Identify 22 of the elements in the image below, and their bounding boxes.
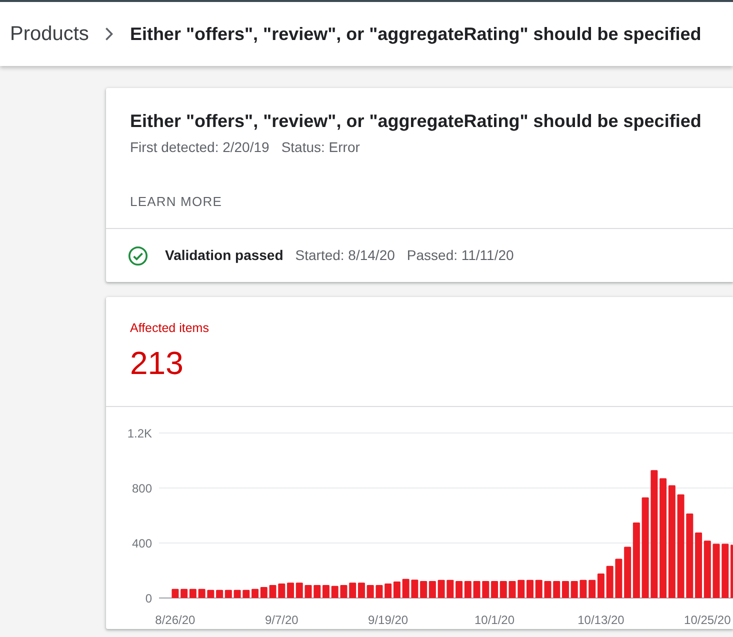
y-axis-label: 400 [132,536,152,550]
x-axis-label: 9/19/20 [368,613,408,627]
breadcrumb-link[interactable]: Products [10,19,89,49]
x-axis-label: 8/26/20 [155,613,196,627]
chevron-right-icon [104,27,113,41]
y-axis-label: 800 [132,481,152,496]
validation-passed-date: Passed: 11/11/20 [406,246,514,265]
metric-value: 213 [130,344,184,382]
validation-status: Validation passed [165,246,284,265]
x-axis-label: 10/13/20 [578,613,624,627]
page-title: Either "offers", "review", or "aggregateRating" should be specified [130,22,702,46]
x-axis-label: 10/1/20 [474,613,515,627]
issue-title: Either "offers", "review", or "aggregateRating" should be specified [130,110,702,133]
y-axis-label: 1.2K [127,426,152,440]
status-text: Status: Error [281,138,360,157]
first-detected-text: First detected: 2/20/19 [130,138,270,157]
learn-more-button[interactable]: LEARN MORE [130,184,222,220]
y-axis-label: 0 [145,591,152,606]
x-axis-label: 10/25/20 [684,613,731,627]
x-axis-label: 9/7/20 [264,613,298,627]
metric-label: Affected items [130,320,209,336]
validation-started: Started: 8/14/20 [295,246,395,265]
